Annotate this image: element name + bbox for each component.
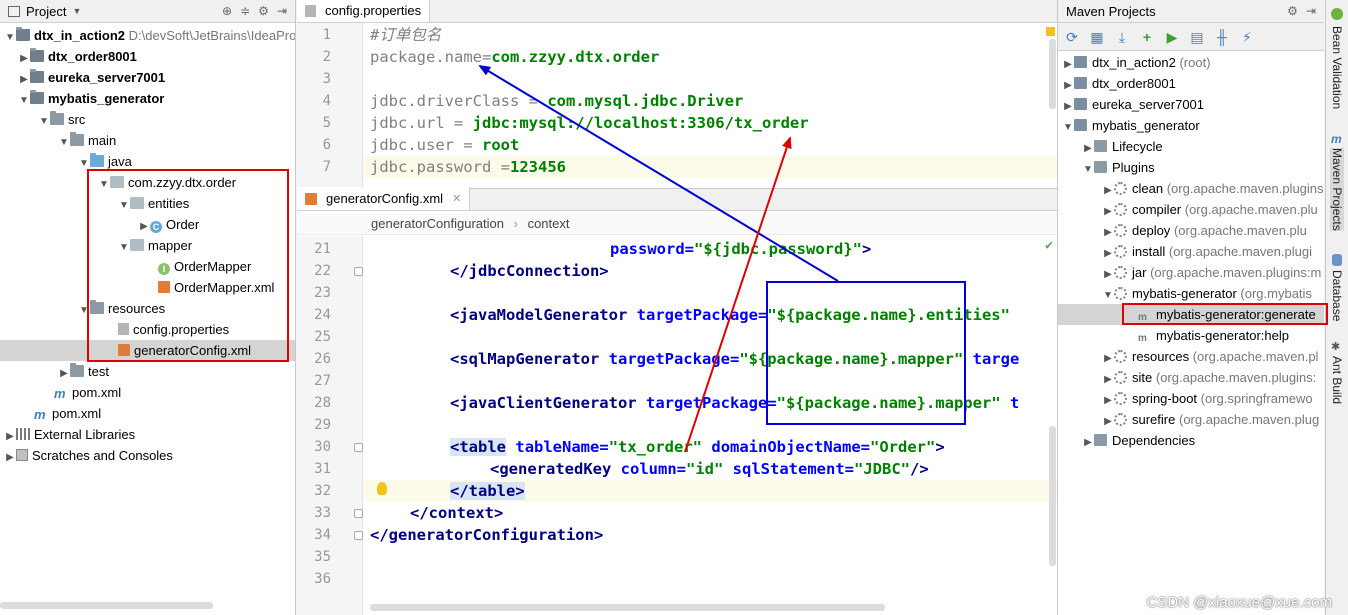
watermark: CSDN @xiaoxue@xue.com <box>1146 594 1332 611</box>
blue-arrow <box>478 64 839 282</box>
red-arrow <box>684 136 792 453</box>
annotation-arrows <box>478 64 839 453</box>
